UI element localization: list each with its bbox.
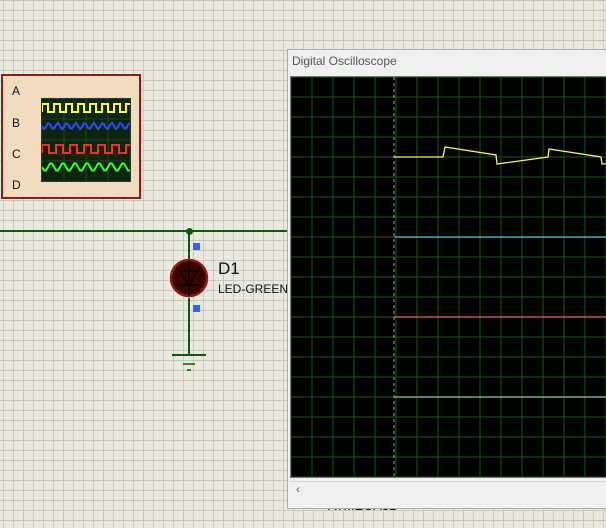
oscilloscope-window[interactable]: Digital Oscilloscope ‹	[287, 49, 606, 509]
signal-wire[interactable]	[0, 230, 290, 232]
led-value: LED-GREEN	[218, 282, 288, 296]
channel-c-label: C	[12, 147, 21, 161]
scroll-left-icon[interactable]: ‹	[290, 482, 306, 498]
oscilloscope-display[interactable]	[290, 76, 606, 478]
led-diode-icon	[169, 258, 209, 298]
oscilloscope-thumbnail-icon	[41, 98, 134, 182]
channel-a-label: A	[12, 84, 21, 98]
horizontal-scrollbar[interactable]: ‹	[290, 481, 606, 498]
led-wire-bottom[interactable]	[188, 298, 190, 354]
led-reference: D1	[218, 259, 240, 278]
channel-b-label: B	[12, 116, 21, 130]
led-d1[interactable]	[168, 257, 210, 299]
led-pin-cathode[interactable]	[193, 305, 200, 312]
channel-d-label: D	[12, 178, 21, 192]
oscilloscope-symbol[interactable]: A B C D	[1, 74, 141, 199]
trace-a	[394, 146, 606, 165]
wire-junction	[186, 228, 193, 235]
led-pin-anode[interactable]	[193, 243, 200, 250]
ground-icon[interactable]	[170, 350, 210, 375]
oscilloscope-plot	[291, 77, 606, 477]
window-title: Digital Oscilloscope	[292, 54, 397, 68]
